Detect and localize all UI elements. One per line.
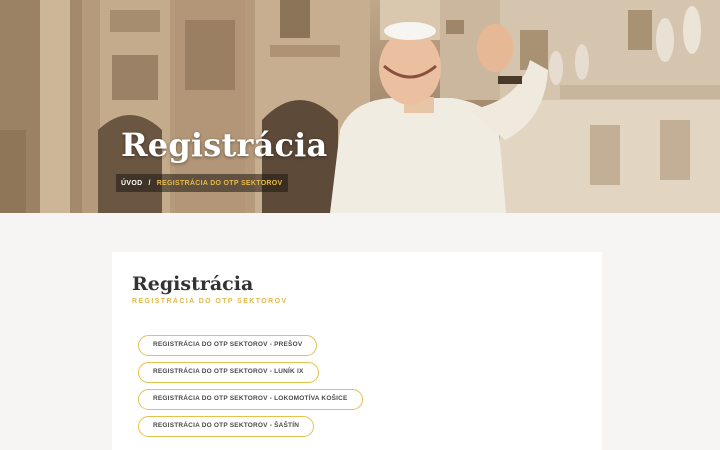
- content-card: Registrácia REGISTRÁCIA DO OTP SEKTOROV …: [112, 252, 602, 450]
- breadcrumb: ÚVOD / REGISTRÁCIA DO OTP SEKTOROV: [116, 174, 288, 192]
- breadcrumb-current: REGISTRÁCIA DO OTP SEKTOROV: [156, 179, 283, 187]
- breadcrumb-home-link[interactable]: ÚVOD: [121, 180, 142, 187]
- registration-link-lunik-ix[interactable]: REGISTRÁCIA DO OTP SEKTOROV - LUNÍK IX: [138, 362, 319, 383]
- registration-link-sastin[interactable]: REGISTRÁCIA DO OTP SEKTOROV - ŠAŠTÍN: [138, 416, 315, 437]
- registration-link-presov[interactable]: REGISTRÁCIA DO OTP SEKTOROV - PREŠOV: [138, 335, 318, 356]
- hero-photo: [0, 0, 720, 213]
- section-title: Registrácia: [132, 273, 254, 295]
- section-subtitle: REGISTRÁCIA DO OTP SEKTOROV: [132, 298, 288, 305]
- hero-title: Registrácia: [121, 126, 328, 164]
- breadcrumb-separator: /: [148, 179, 151, 187]
- registration-link-lokomotiva-kosice[interactable]: REGISTRÁCIA DO OTP SEKTOROV - LOKOMOTÍVA…: [138, 389, 363, 410]
- hero-banner: Registrácia ÚVOD / REGISTRÁCIA DO OTP SE…: [0, 0, 720, 213]
